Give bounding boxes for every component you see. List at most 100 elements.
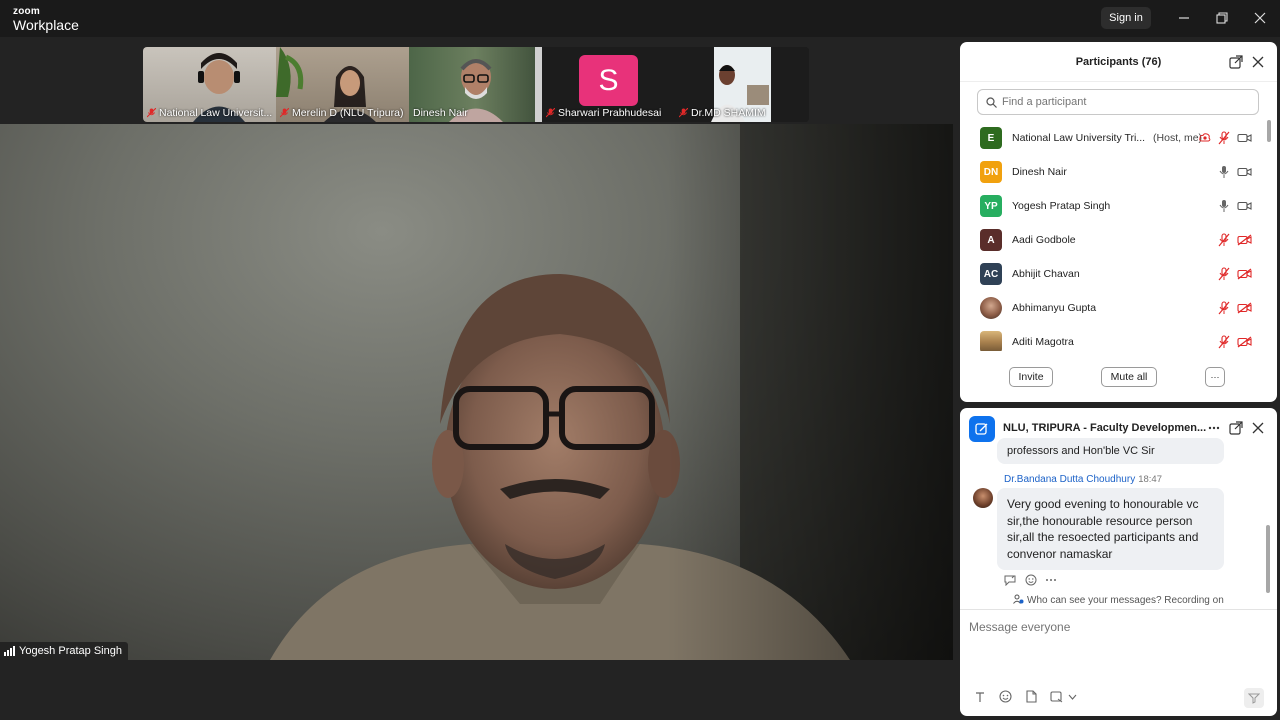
main-speaker-video[interactable]: Yogesh Pratap Singh	[0, 124, 953, 660]
video-tile[interactable]: Dinesh Nair	[409, 47, 542, 122]
people-icon	[1013, 594, 1024, 604]
chevron-down-icon[interactable]	[1068, 693, 1077, 701]
brand-top: zoom	[13, 6, 40, 17]
avatar	[980, 331, 1002, 351]
screenshot-icon[interactable]	[1050, 690, 1063, 703]
video-tile[interactable]: Merelin D (NLU Tripura)	[276, 47, 409, 122]
message-actions	[1004, 574, 1057, 586]
participant-name: Dinesh Nair	[1012, 166, 1067, 178]
previous-message: professors and Hon'ble VC Sir	[997, 438, 1224, 464]
chat-message: Very good evening to honourable vc sir,t…	[997, 488, 1224, 570]
participant-row[interactable]: Abhimanyu Gupta	[960, 291, 1270, 325]
participant-name: Aditi Magotra	[1012, 336, 1074, 348]
more-options-button[interactable]: ···	[1205, 367, 1225, 387]
chat-title: NLU, TRIPURA - Faculty Developmen...	[1003, 422, 1207, 434]
send-button[interactable]	[1244, 688, 1264, 708]
participants-panel: Participants (76) E National Law Univers…	[960, 42, 1277, 402]
video-camera-icon[interactable]	[1237, 132, 1252, 144]
participant-name: Aadi Godbole	[1012, 234, 1076, 246]
chat-scrollbar[interactable]	[1266, 525, 1270, 593]
pop-out-icon[interactable]	[1229, 421, 1243, 435]
search-input[interactable]	[1002, 96, 1242, 108]
avatar: E	[980, 127, 1002, 149]
video-tile[interactable]: S Sharwari Prabhudesai	[542, 47, 675, 122]
tile-label: Merelin D (NLU Tripura)	[280, 107, 407, 119]
participants-title: Participants (76)	[1075, 55, 1162, 68]
video-off-icon[interactable]	[1237, 268, 1252, 280]
muted-mic-icon[interactable]	[1217, 267, 1231, 281]
chat-toolbar	[974, 690, 1077, 703]
divider	[960, 609, 1277, 610]
more-icon[interactable]	[1207, 421, 1221, 435]
participants-footer: Invite Mute all ···	[960, 357, 1277, 402]
file-icon[interactable]	[1025, 690, 1037, 703]
video-off-icon[interactable]	[1237, 336, 1252, 348]
participant-list: E National Law University Tri... (Host, m…	[960, 121, 1270, 351]
title-bar: zoom Workplace Sign in	[0, 0, 1280, 37]
muted-mic-icon	[147, 108, 156, 118]
reply-icon[interactable]	[1004, 574, 1017, 586]
muted-mic-icon[interactable]	[1217, 233, 1231, 247]
muted-mic-icon[interactable]	[1217, 335, 1231, 349]
participant-row[interactable]: DN Dinesh Nair	[960, 155, 1270, 189]
participant-name: National Law University Tri... (Host, me)	[1012, 132, 1203, 144]
video-off-icon[interactable]	[1237, 234, 1252, 246]
mic-icon[interactable]	[1217, 165, 1231, 179]
participant-name: Abhimanyu Gupta	[1012, 302, 1097, 314]
participant-row[interactable]: A Aadi Godbole	[960, 223, 1270, 257]
participant-row[interactable]: AC Abhijit Chavan	[960, 257, 1270, 291]
speaker-label: Yogesh Pratap Singh	[0, 642, 128, 660]
more-icon[interactable]	[1045, 574, 1057, 586]
participant-row[interactable]: E National Law University Tri... (Host, m…	[960, 121, 1270, 155]
participants-header: Participants (76)	[960, 42, 1277, 82]
avatar: DN	[980, 161, 1002, 183]
emoji-icon[interactable]	[999, 690, 1012, 703]
zoom-logo: zoom Workplace	[13, 6, 79, 33]
tile-label: Dinesh Nair	[413, 107, 468, 119]
restore-icon[interactable]	[1213, 9, 1231, 27]
participant-name: Abhijit Chavan	[1012, 268, 1080, 280]
video-off-icon[interactable]	[1237, 302, 1252, 314]
who-can-see-link[interactable]: Who can see your messages? Recording on	[960, 594, 1277, 606]
recording-cloud-icon	[1199, 133, 1211, 142]
tile-label: National Law Universit...	[147, 107, 274, 119]
video-tile[interactable]: Dr.MD SHAMIM	[675, 47, 809, 122]
invite-button[interactable]: Invite	[1009, 367, 1053, 387]
participant-row[interactable]: YP Yogesh Pratap Singh	[960, 189, 1270, 223]
chat-panel: NLU, TRIPURA - Faculty Developmen... pro…	[960, 408, 1277, 716]
video-camera-icon[interactable]	[1237, 166, 1252, 178]
search-icon	[986, 96, 997, 108]
close-window-icon[interactable]	[1251, 9, 1269, 27]
video-tile[interactable]: National Law Universit...	[143, 47, 276, 122]
tile-label: Sharwari Prabhudesai	[546, 107, 673, 119]
meeting-stage: National Law Universit... Merelin D (NLU…	[0, 37, 958, 720]
participant-scrollbar[interactable]	[1267, 120, 1271, 142]
emoji-reaction-icon[interactable]	[1025, 574, 1037, 586]
chat-icon	[969, 416, 995, 442]
text-format-icon[interactable]	[974, 691, 986, 703]
pop-out-icon[interactable]	[1229, 55, 1243, 69]
sign-in-button[interactable]: Sign in	[1101, 7, 1151, 29]
muted-mic-icon	[546, 108, 555, 118]
avatar: S	[579, 55, 638, 106]
avatar: A	[980, 229, 1002, 251]
close-icon[interactable]	[1251, 421, 1265, 435]
muted-mic-icon[interactable]	[1217, 301, 1231, 315]
participant-row[interactable]: Aditi Magotra	[960, 325, 1270, 351]
signal-icon	[4, 646, 15, 656]
message-sender: Dr.Bandana Dutta Choudhury 18:47	[1004, 474, 1162, 485]
muted-mic-icon[interactable]	[1217, 131, 1231, 145]
avatar: AC	[980, 263, 1002, 285]
mute-all-button[interactable]: Mute all	[1101, 367, 1157, 387]
minimize-icon[interactable]	[1175, 9, 1193, 27]
participant-name: Yogesh Pratap Singh	[1012, 200, 1111, 212]
avatar	[980, 297, 1002, 319]
participant-search[interactable]	[977, 89, 1259, 115]
send-icon	[1248, 693, 1260, 704]
tile-label: Dr.MD SHAMIM	[679, 107, 807, 119]
close-icon[interactable]	[1251, 55, 1265, 69]
message-input[interactable]	[969, 620, 1259, 634]
video-camera-icon[interactable]	[1237, 200, 1252, 212]
avatar: YP	[980, 195, 1002, 217]
mic-icon[interactable]	[1217, 199, 1231, 213]
